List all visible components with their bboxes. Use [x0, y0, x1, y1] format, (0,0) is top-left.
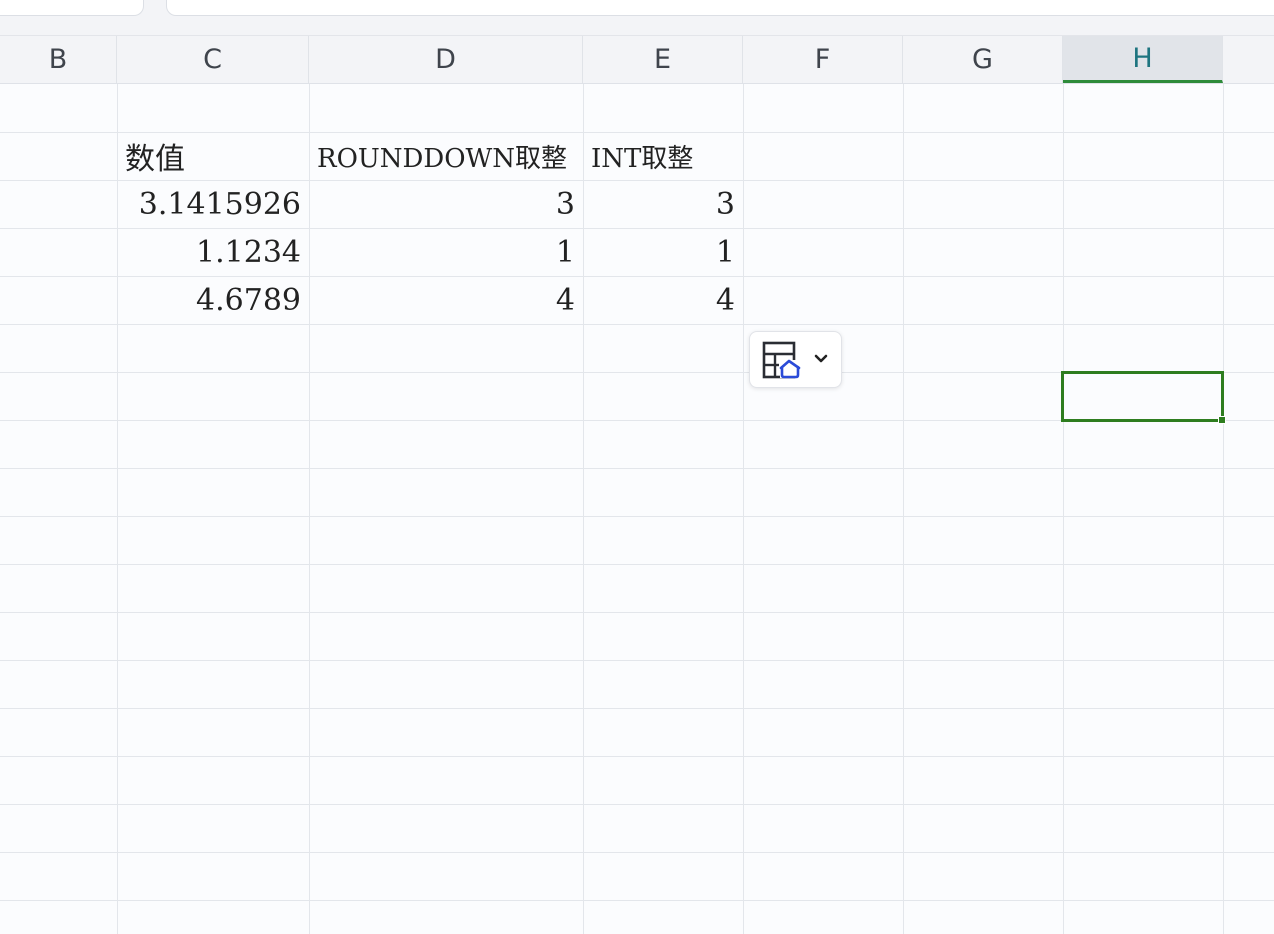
column-header-h[interactable]: H [1063, 36, 1223, 83]
cell-d5[interactable]: 4 [309, 276, 583, 324]
chevron-down-icon[interactable] [812, 350, 830, 368]
column-divider [1063, 84, 1064, 934]
paste-options-button[interactable] [749, 331, 842, 388]
row-divider [0, 468, 1274, 469]
cell-c4[interactable]: 1.1234 [117, 228, 309, 276]
workbook-tab-strip [0, 0, 1274, 36]
sheet-tab-edge-left[interactable] [0, 0, 144, 16]
cell-c3[interactable]: 3.1415926 [117, 180, 309, 228]
cell-d4[interactable]: 1 [309, 228, 583, 276]
cell-d3[interactable]: 3 [309, 180, 583, 228]
cell-e3[interactable]: 3 [583, 180, 743, 228]
column-header-g[interactable]: G [903, 36, 1063, 83]
paste-options-icon [762, 341, 801, 379]
column-header-row: B C D E F G H [0, 36, 1274, 84]
row-divider [0, 708, 1274, 709]
cell-c5[interactable]: 4.6789 [117, 276, 309, 324]
row-divider [0, 900, 1274, 901]
column-header-f[interactable]: F [743, 36, 903, 83]
row-divider [0, 564, 1274, 565]
row-divider [0, 804, 1274, 805]
column-divider [1223, 84, 1224, 934]
column-header-d[interactable]: D [309, 36, 583, 83]
cell-e5[interactable]: 4 [583, 276, 743, 324]
row-divider [0, 516, 1274, 517]
column-header-c[interactable]: C [117, 36, 309, 83]
cell-c2[interactable]: 数值 [117, 132, 309, 180]
cell-d2[interactable]: ROUNDDOWN取整 [309, 132, 583, 180]
column-divider [743, 84, 744, 934]
row-divider [0, 660, 1274, 661]
fill-handle[interactable] [1218, 416, 1226, 424]
cell-e2[interactable]: INT取整 [583, 132, 743, 180]
column-header-b[interactable]: B [0, 36, 117, 83]
row-divider [0, 612, 1274, 613]
row-divider [0, 756, 1274, 757]
active-cell-selection[interactable] [1061, 371, 1224, 422]
column-divider [903, 84, 904, 934]
sheet-tab-edge-right[interactable] [166, 0, 1274, 16]
column-header-e[interactable]: E [583, 36, 743, 83]
row-divider [0, 324, 1274, 325]
cell-e4[interactable]: 1 [583, 228, 743, 276]
row-divider [0, 852, 1274, 853]
